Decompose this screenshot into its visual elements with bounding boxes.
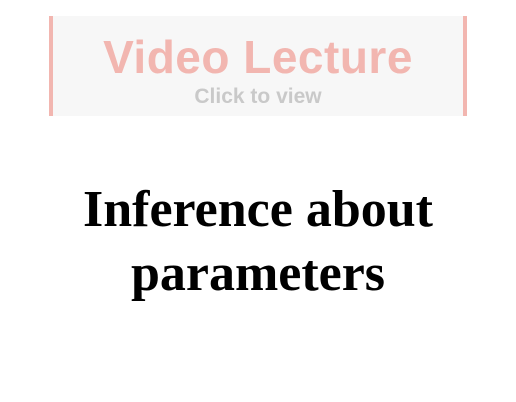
video-lecture-link[interactable]: Video Lecture Click to view [49,16,467,116]
page-title: Inference about parameters [0,178,516,306]
page-title-line-2: parameters [130,245,386,302]
video-lecture-title: Video Lecture [103,31,413,83]
page: Video Lecture Click to view Inference ab… [0,0,516,402]
click-to-view-label: Click to view [194,85,322,108]
page-title-line-1: Inference about [82,181,433,238]
